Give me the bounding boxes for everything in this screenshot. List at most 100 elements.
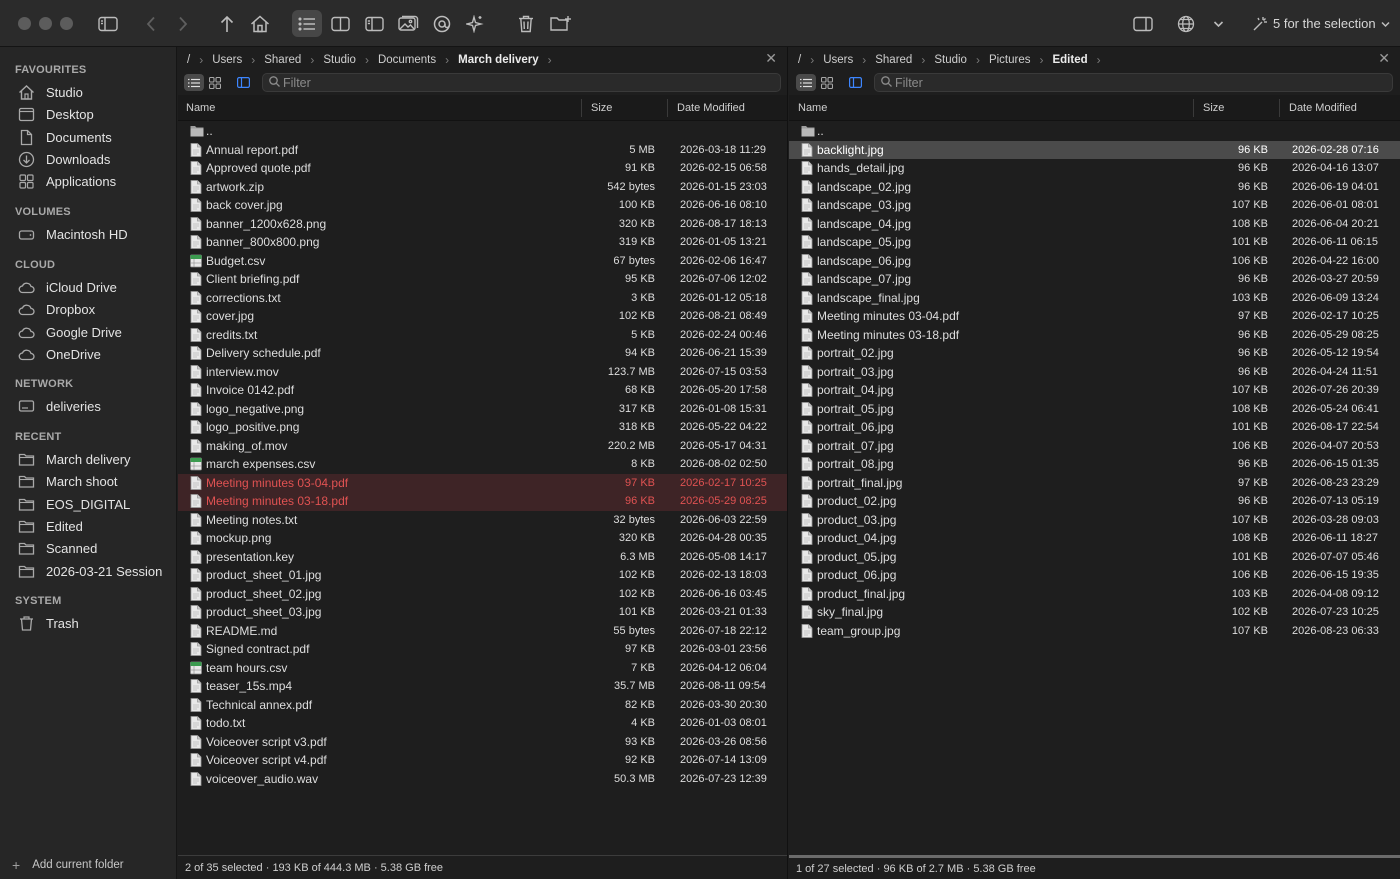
table-row[interactable]: portrait_08.jpg 96 KB 2026-06-15 01:35 bbox=[789, 455, 1400, 474]
table-row[interactable]: Meeting minutes 03-04.pdf 97 KB 2026-02-17… bbox=[789, 307, 1400, 326]
selection-actions-icon-button[interactable] bbox=[1250, 10, 1270, 37]
sidebar-item-downloads[interactable]: Downloads bbox=[10, 149, 170, 170]
breadcrumb-segment[interactable]: Studio bbox=[323, 54, 356, 66]
new-folder-button[interactable] bbox=[547, 10, 575, 37]
network-menu-button[interactable] bbox=[1173, 10, 1199, 37]
breadcrumb-segment[interactable]: March delivery bbox=[458, 54, 539, 66]
column-name-header[interactable]: Name bbox=[798, 102, 827, 114]
list-view-button[interactable] bbox=[292, 10, 322, 37]
close-window-button[interactable] bbox=[18, 17, 31, 30]
table-row[interactable]: product_02.jpg 96 KB 2026-07-13 05:19 bbox=[789, 492, 1400, 511]
table-row[interactable]: sky_final.jpg 102 KB 2026-07-23 10:25 bbox=[789, 603, 1400, 622]
enclosing-folder-button[interactable] bbox=[215, 10, 239, 37]
table-row[interactable]: cover.jpg 102 KB 2026-08-21 08:49 bbox=[178, 307, 787, 326]
table-row[interactable]: product_sheet_03.jpg 101 KB 2026-03-21 01:… bbox=[178, 603, 787, 622]
close-icon[interactable]: ✕ bbox=[765, 50, 777, 67]
sidebar-item-onedrive[interactable]: OneDrive bbox=[10, 344, 170, 365]
table-row[interactable]: back cover.jpg 100 KB 2026-06-16 08:10 bbox=[178, 196, 787, 215]
close-icon[interactable]: ✕ bbox=[1378, 50, 1390, 67]
sidebar-item-deliveries[interactable]: deliveries bbox=[10, 396, 170, 417]
image-view-button[interactable] bbox=[395, 10, 422, 37]
table-row[interactable]: voiceover_audio.wav 50.3 MB 2026-07-23 12:… bbox=[178, 770, 787, 789]
table-row[interactable]: Client briefing.pdf 95 KB 2026-07-06 12:02 bbox=[178, 270, 787, 289]
breadcrumb-segment[interactable]: Studio bbox=[934, 54, 967, 66]
delete-button[interactable] bbox=[514, 10, 538, 37]
sidebar-item-macintosh-hd[interactable]: Macintosh HD bbox=[10, 224, 170, 245]
grid-mode-button[interactable] bbox=[205, 74, 225, 91]
split-view-button[interactable] bbox=[327, 10, 353, 37]
table-row[interactable]: interview.mov 123.7 MB 2026-07-15 03:53 bbox=[178, 363, 787, 382]
table-row[interactable]: landscape_05.jpg 101 KB 2026-06-11 06:15 bbox=[789, 233, 1400, 252]
column-date-header[interactable]: Date Modified bbox=[677, 102, 745, 114]
sidebar-item-eos-digital[interactable]: EOS_DIGITAL bbox=[10, 494, 170, 515]
column-size-header[interactable]: Size bbox=[1203, 102, 1224, 114]
breadcrumb-segment[interactable]: Pictures bbox=[989, 54, 1031, 66]
breadcrumb-segment[interactable]: Documents bbox=[378, 54, 436, 66]
table-row[interactable]: hands_detail.jpg 96 KB 2026-04-16 13:07 bbox=[789, 159, 1400, 178]
column-name-header[interactable]: Name bbox=[186, 102, 215, 114]
table-row[interactable]: mockup.png 320 KB 2026-04-28 00:35 bbox=[178, 529, 787, 548]
table-row[interactable]: credits.txt 5 KB 2026-02-24 00:46 bbox=[178, 326, 787, 345]
table-row[interactable]: product_05.jpg 101 KB 2026-07-07 05:46 bbox=[789, 548, 1400, 567]
sidebar-item-icloud-drive[interactable]: iCloud Drive bbox=[10, 277, 170, 298]
table-row[interactable]: landscape_07.jpg 96 KB 2026-03-27 20:59 bbox=[789, 270, 1400, 289]
table-row[interactable]: product_sheet_01.jpg 102 KB 2026-02-13 18:… bbox=[178, 566, 787, 585]
network-menu-chevron[interactable] bbox=[1209, 10, 1227, 37]
table-row[interactable]: product_06.jpg 106 KB 2026-06-15 19:35 bbox=[789, 566, 1400, 585]
zoom-window-button[interactable] bbox=[60, 17, 73, 30]
parent-folder-row[interactable]: .. bbox=[789, 122, 1400, 141]
sidebar-item-trash[interactable]: Trash bbox=[10, 613, 170, 634]
breadcrumb-segment[interactable]: Users bbox=[823, 54, 853, 66]
table-row[interactable]: Meeting minutes 03-18.pdf 96 KB 2026-05-29… bbox=[789, 326, 1400, 345]
forward-button[interactable] bbox=[172, 10, 194, 37]
table-row[interactable]: Meeting minutes 03-04.pdf 97 KB 2026-02-17… bbox=[178, 473, 787, 492]
magic-button[interactable] bbox=[463, 10, 487, 37]
table-row[interactable]: product_sheet_02.jpg 102 KB 2026-06-16 03:… bbox=[178, 585, 787, 604]
table-row[interactable]: Signed contract.pdf 97 KB 2026-03-01 23:56 bbox=[178, 640, 787, 659]
table-row[interactable]: Voiceover script v3.pdf 93 KB 2026-03-26 0… bbox=[178, 733, 787, 752]
column-date-header[interactable]: Date Modified bbox=[1289, 102, 1357, 114]
table-row[interactable]: portrait_06.jpg 101 KB 2026-08-17 22:54 bbox=[789, 418, 1400, 437]
preview-pane-button[interactable] bbox=[361, 10, 387, 37]
table-row[interactable]: landscape_04.jpg 108 KB 2026-06-04 20:21 bbox=[789, 215, 1400, 234]
table-row[interactable]: backlight.jpg 96 KB 2026-02-28 07:16 bbox=[789, 140, 1400, 159]
sidebar-toggle-button[interactable] bbox=[94, 10, 122, 37]
sidebar-item-desktop[interactable]: Desktop bbox=[10, 104, 170, 125]
selection-actions-menu[interactable]: 5 for the selection bbox=[1273, 16, 1390, 31]
sidebar-item-google-drive[interactable]: Google Drive bbox=[10, 322, 170, 343]
table-row[interactable]: landscape_02.jpg 96 KB 2026-06-19 04:01 bbox=[789, 178, 1400, 197]
home-button[interactable] bbox=[247, 10, 273, 37]
filter-field[interactable] bbox=[262, 73, 781, 92]
preview-toggle-button[interactable] bbox=[233, 74, 253, 91]
table-row[interactable]: README.md 55 bytes 2026-07-18 22:12 bbox=[178, 622, 787, 641]
grid-mode-button[interactable] bbox=[817, 74, 837, 91]
table-row[interactable]: team_group.jpg 107 KB 2026-08-23 06:33 bbox=[789, 622, 1400, 641]
table-row[interactable]: landscape_03.jpg 107 KB 2026-06-01 08:01 bbox=[789, 196, 1400, 215]
table-row[interactable]: Meeting notes.txt 32 bytes 2026-06-03 22:5… bbox=[178, 511, 787, 530]
table-row[interactable]: team hours.csv 7 KB 2026-04-12 06:04 bbox=[178, 659, 787, 678]
table-row[interactable]: portrait_05.jpg 108 KB 2026-05-24 06:41 bbox=[789, 400, 1400, 419]
inspector-toggle-button[interactable] bbox=[1129, 10, 1157, 37]
table-row[interactable]: portrait_04.jpg 107 KB 2026-07-26 20:39 bbox=[789, 381, 1400, 400]
table-row[interactable]: product_03.jpg 107 KB 2026-03-28 09:03 bbox=[789, 511, 1400, 530]
table-row[interactable]: Approved quote.pdf 91 KB 2026-02-15 06:58 bbox=[178, 159, 787, 178]
mention-button[interactable] bbox=[430, 10, 454, 37]
table-row[interactable]: banner_1200x628.png 320 KB 2026-08-17 18:1… bbox=[178, 215, 787, 234]
column-size-header[interactable]: Size bbox=[591, 102, 612, 114]
table-row[interactable]: landscape_06.jpg 106 KB 2026-04-22 16:00 bbox=[789, 252, 1400, 271]
breadcrumb-segment[interactable]: Shared bbox=[264, 54, 301, 66]
table-row[interactable]: teaser_15s.mp4 35.7 MB 2026-08-11 09:54 bbox=[178, 677, 787, 696]
filter-input[interactable] bbox=[895, 75, 1295, 90]
table-row[interactable]: Meeting minutes 03-18.pdf 96 KB 2026-05-29… bbox=[178, 492, 787, 511]
breadcrumb-segment[interactable]: Users bbox=[212, 54, 242, 66]
table-row[interactable]: logo_negative.png 317 KB 2026-01-08 15:31 bbox=[178, 400, 787, 419]
table-row[interactable]: banner_800x800.png 319 KB 2026-01-05 13:21 bbox=[178, 233, 787, 252]
list-mode-button[interactable] bbox=[184, 74, 204, 91]
minimize-window-button[interactable] bbox=[39, 17, 52, 30]
table-row[interactable]: Technical annex.pdf 82 KB 2026-03-30 20:30 bbox=[178, 696, 787, 715]
table-row[interactable]: portrait_02.jpg 96 KB 2026-05-12 19:54 bbox=[789, 344, 1400, 363]
table-row[interactable]: Invoice 0142.pdf 68 KB 2026-05-20 17:58 bbox=[178, 381, 787, 400]
table-row[interactable]: product_final.jpg 103 KB 2026-04-08 09:12 bbox=[789, 585, 1400, 604]
breadcrumb-segment[interactable]: / bbox=[187, 54, 190, 66]
table-row[interactable]: corrections.txt 3 KB 2026-01-12 05:18 bbox=[178, 289, 787, 308]
